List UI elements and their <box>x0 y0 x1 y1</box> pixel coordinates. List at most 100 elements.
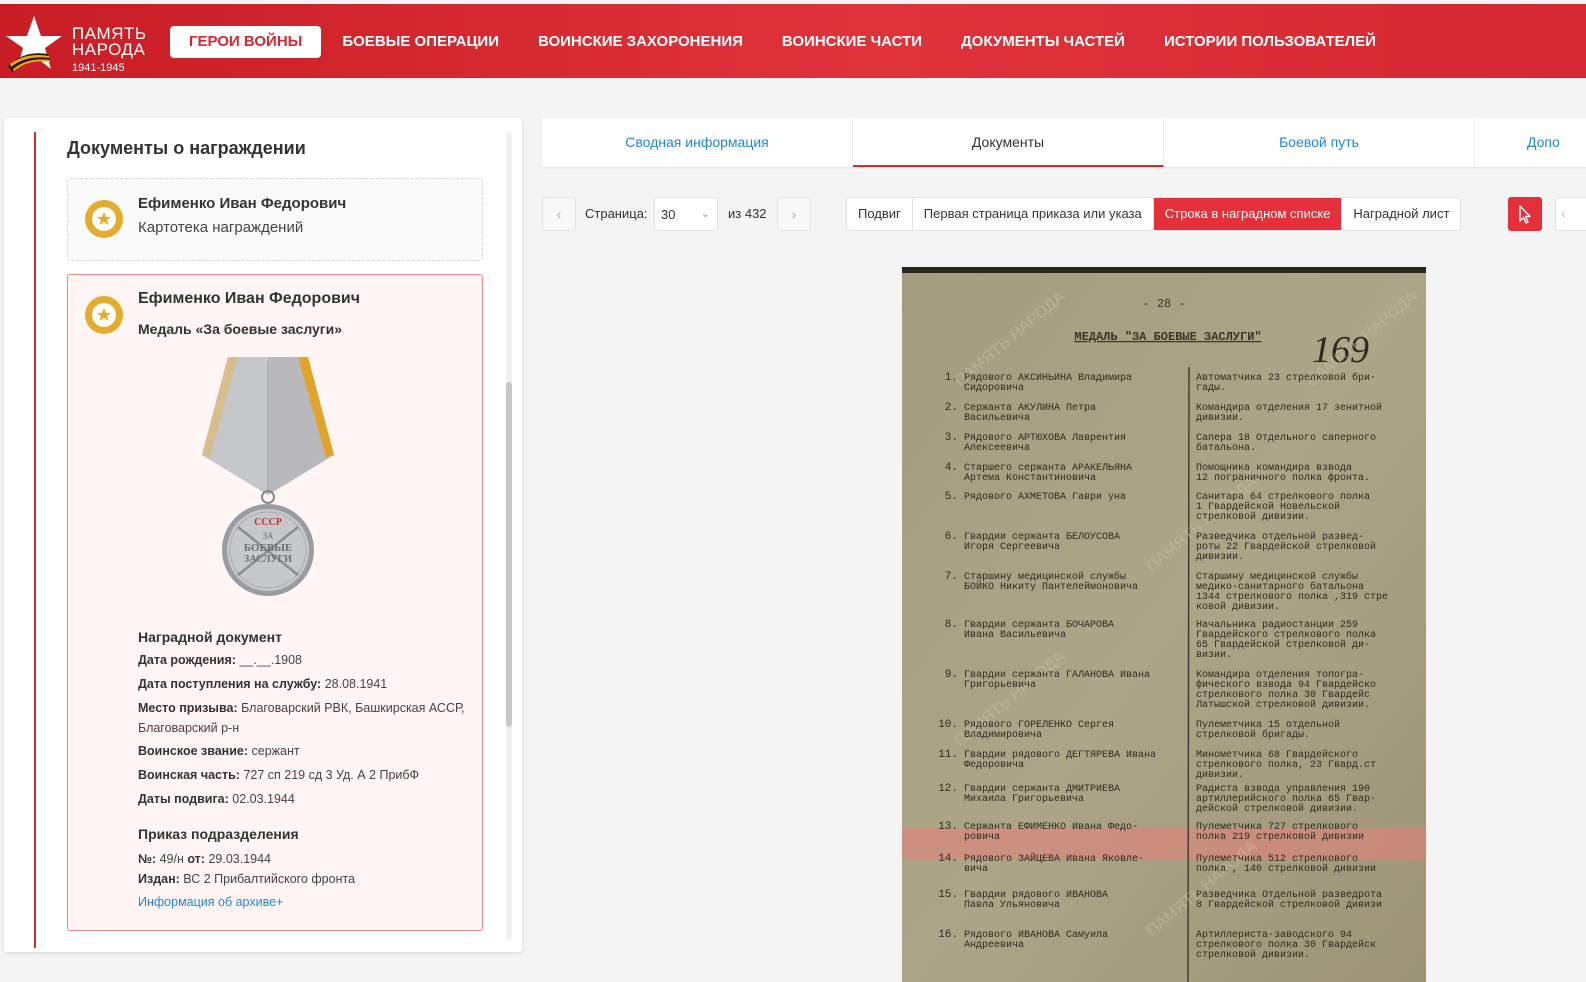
doc-row-number: 8. <box>945 619 958 631</box>
medal-icon <box>85 296 123 334</box>
field-value: сержант <box>251 744 300 758</box>
medal-icon <box>85 200 123 238</box>
nav-units[interactable]: ВОИНСКИЕ ЧАСТИ <box>782 26 922 58</box>
doc-row-name-line: вича <box>964 864 988 875</box>
field-service-start: Дата поступления на службу: 28.08.1941 <box>138 674 478 694</box>
chevron-left-icon: ‹ <box>1561 205 1566 221</box>
logo-title: ПАМЯТЬ НАРОДА <box>72 25 147 58</box>
select-tool-button[interactable] <box>1508 197 1542 231</box>
award-card-file[interactable]: Ефименко Иван Федорович Картотека награж… <box>67 178 483 261</box>
doc-row-name-line: Игоря Сергеевича <box>964 542 1060 553</box>
field-label: Воинское звание: <box>138 744 249 758</box>
site-header: ПАМЯТЬ НАРОДА 1941-1945 ГЕРОИ ВОЙНЫ БОЕВ… <box>0 4 1586 78</box>
panel-scrollbar[interactable] <box>506 132 512 940</box>
field-label: Воинская часть: <box>138 768 240 782</box>
doc-row-name-line: Рядового АХМЕТОВА Гаври уна <box>964 492 1126 503</box>
chevron-down-icon: ⌄ <box>700 208 710 220</box>
award-documents-panel: Документы о награждении Ефименко Иван Фе… <box>4 118 522 952</box>
field-label: Дата поступления на службу: <box>138 677 322 691</box>
tab-summary[interactable]: Сводная информация <box>542 118 853 167</box>
main-nav: ГЕРОИ ВОЙНЫ БОЕВЫЕ ОПЕРАЦИИ ВОИНСКИЕ ЗАХ… <box>170 26 1415 58</box>
doc-row-number: 1. <box>945 372 958 384</box>
tab-combat-path[interactable]: Боевой путь <box>1164 118 1475 167</box>
page-select[interactable]: 30 ⌄ <box>654 197 718 231</box>
doc-row-position-line: визии. <box>1196 650 1232 661</box>
doc-row-name-line: Алексеевича <box>964 443 1030 454</box>
doc-row-name-line: Васильевича <box>964 413 1030 424</box>
doc-row-position-line: Латышской стрелковой дивизии. <box>1195 699 1370 711</box>
document-scan-canvas: - 28 - МЕДАЛЬ "ЗА БОЕВЫЕ ЗАСЛУГИ" 169 ПА… <box>902 267 1426 982</box>
doc-row-number: 12. <box>938 783 958 795</box>
scan-top-edge <box>902 267 1426 273</box>
cursor-icon <box>1519 205 1531 224</box>
field-value: 02.03.1944 <box>232 792 295 806</box>
field-issued-by: Издан: ВС 2 Прибалтийского фронта <box>138 869 478 889</box>
medal-text-1: ЗА <box>262 531 274 541</box>
seg-award-list-row[interactable]: Строка в наградном списке <box>1153 198 1343 230</box>
document-toolbar: ‹ Страница: 30 ⌄ из 432 › Подвиг Первая … <box>542 197 1586 231</box>
panel-title: Документы о награждении <box>67 138 306 158</box>
field-value: ВС 2 Прибалтийского фронта <box>183 872 356 886</box>
doc-row-position-line: ковой дивизии. <box>1196 601 1280 613</box>
doc-row-position-line: стрелковой бригады. <box>1196 728 1310 741</box>
order-heading: Приказ подразделения <box>138 826 299 842</box>
archive-document-scan[interactable]: - 28 - МЕДАЛЬ "ЗА БОЕВЫЕ ЗАСЛУГИ" 169 ПА… <box>902 267 1426 982</box>
doc-row-name-line: Михаила Григорьевича <box>964 794 1084 805</box>
doc-row-position-line: батальона. <box>1196 441 1256 454</box>
site-logo[interactable]: ПАМЯТЬ НАРОДА 1941-1945 <box>4 14 154 74</box>
seg-feat[interactable]: Подвиг <box>847 198 913 230</box>
seg-order-first-page[interactable]: Первая страница приказа или указа <box>913 198 1154 230</box>
prev-page-button[interactable]: ‹ <box>542 197 576 231</box>
award-person-name: Ефименко Иван Федорович <box>138 290 361 307</box>
nav-burials[interactable]: ВОИНСКИЕ ЗАХОРОНЕНИЯ <box>538 26 743 58</box>
doc-row-name-line: Павла Ульяновича <box>964 900 1060 911</box>
doc-row-number: 15. <box>938 889 958 901</box>
tab-documents[interactable]: Документы <box>853 118 1164 167</box>
field-label: Даты подвига: <box>138 792 229 806</box>
doc-row-number: 10. <box>938 719 958 731</box>
field-value: 727 сп 219 сд 3 Уд. А 2 ПрибФ <box>243 768 420 782</box>
field-unit: Воинская часть: 727 сп 219 сд 3 Уд. А 2 … <box>138 765 478 785</box>
medal-text-2: БОЕВЫЕ <box>244 542 293 554</box>
page-total: из 432 <box>728 206 767 221</box>
award-title: Медаль «За боевые заслуги» <box>138 321 343 337</box>
doc-row-number: 9. <box>945 669 958 681</box>
nav-heroes[interactable]: ГЕРОИ ВОЙНЫ <box>170 26 322 58</box>
award-card-name: Ефименко Иван Федорович <box>138 195 347 212</box>
tab-additional[interactable]: Допо <box>1475 118 1586 167</box>
field-label: Дата рождения: <box>138 653 236 667</box>
doc-row-number: 2. <box>945 402 958 414</box>
doc-row-name-line: Артема Константиновича <box>964 473 1096 484</box>
star-logo-icon <box>6 16 62 72</box>
doc-row-name-line: Федоровича <box>964 760 1024 771</box>
field-birth-date: Дата рождения: __.__.1908 <box>138 650 478 670</box>
logo-years: 1941-1945 <box>72 62 125 74</box>
page-label: Страница: <box>585 206 648 221</box>
doc-row-name-line: ровича <box>964 832 1000 843</box>
field-value: 29.03.1944 <box>208 852 272 866</box>
field-feat-date: Даты подвига: 02.03.1944 <box>138 789 478 809</box>
field-label: Место призыва: <box>138 701 238 715</box>
doc-row-position-line: 8 Гвардейской стрелковой дивизи <box>1196 899 1382 911</box>
field-label: Издан: <box>138 872 180 886</box>
doc-row-name-line: Ивана Васильевича <box>964 630 1066 641</box>
toolbar-next-button[interactable]: ‹ <box>1555 197 1586 231</box>
nav-unit-documents[interactable]: ДОКУМЕНТЫ ЧАСТЕЙ <box>961 26 1125 58</box>
next-page-button[interactable]: › <box>777 197 811 231</box>
field-value: 49/н <box>159 852 184 866</box>
award-document-heading: Наградной документ <box>138 629 282 645</box>
seg-award-sheet[interactable]: Наградной лист <box>1342 198 1460 230</box>
doc-row-number: 16. <box>938 929 958 941</box>
award-card-medal[interactable]: Ефименко Иван Федорович Медаль «За боевы… <box>67 274 483 931</box>
doc-row-position-line: стрелковой дивизии. <box>1196 511 1310 523</box>
field-value: 28.08.1941 <box>324 677 388 691</box>
doc-row-position-line: полка 219 стрелковой дивизии <box>1196 831 1364 843</box>
page-select-value: 30 <box>661 207 676 222</box>
nav-operations[interactable]: БОЕВЫЕ ОПЕРАЦИИ <box>342 26 499 58</box>
doc-row-number: 6. <box>945 531 958 543</box>
doc-row-name-line: Григорьевича <box>964 680 1036 691</box>
archive-info-link[interactable]: Информация об архиве+ <box>138 895 283 909</box>
scrollbar-thumb[interactable] <box>506 382 512 727</box>
field-draft-place: Место призыва: Благоварский РВК, Башкирс… <box>138 698 478 738</box>
nav-user-stories[interactable]: ИСТОРИИ ПОЛЬЗОВАТЕЛЕЙ <box>1164 26 1376 58</box>
